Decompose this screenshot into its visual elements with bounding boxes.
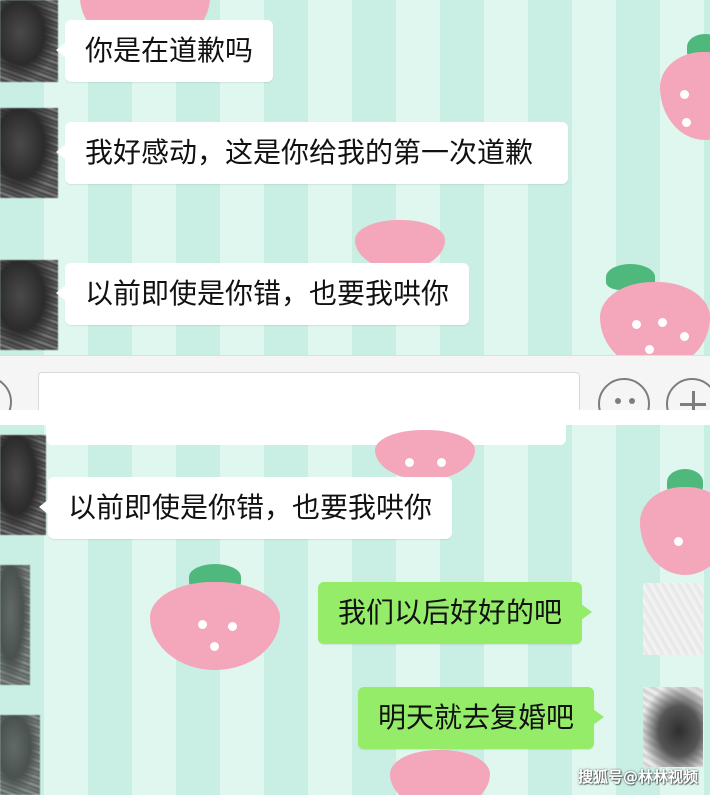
plus-icon[interactable] <box>666 378 710 410</box>
message-text: 我们以后好好的吧 <box>338 596 563 629</box>
message-text: 以前即使是你错，也要我哄你 <box>85 277 450 310</box>
contact-avatar[interactable] <box>0 565 30 685</box>
message-input[interactable] <box>38 372 580 410</box>
strawberry-decoration <box>150 560 280 670</box>
contact-avatar[interactable] <box>0 108 58 198</box>
panel-divider <box>0 410 710 425</box>
strawberry-decoration <box>355 200 445 270</box>
message-bubble-incoming[interactable]: 以前即使是你错，也要我哄你 <box>55 263 470 325</box>
voice-toggle-icon[interactable] <box>0 376 12 410</box>
strawberry-decoration <box>390 750 490 795</box>
message-bubble-incoming[interactable]: 我好感动，这是你给我的第一次道歉 <box>56 122 568 184</box>
contact-avatar[interactable] <box>0 260 58 350</box>
message-bubble-incoming[interactable]: 以前即使是你错，也要我哄你 <box>38 477 453 539</box>
self-avatar[interactable] <box>643 583 703 655</box>
message-bubble-partial <box>46 425 566 445</box>
self-avatar[interactable] <box>643 687 703 767</box>
strawberry-decoration <box>640 465 710 575</box>
emoji-icon[interactable] <box>598 378 650 410</box>
message-text: 我好感动，这是你给我的第一次道歉 <box>85 136 534 169</box>
message-text: 你是在道歉吗 <box>85 34 254 67</box>
contact-avatar[interactable] <box>0 435 46 535</box>
message-input-bar <box>0 355 710 410</box>
message-bubble-outgoing[interactable]: 明天就去复婚吧 <box>358 687 605 749</box>
message-text: 以前即使是你错，也要我哄你 <box>68 491 433 524</box>
strawberry-decoration <box>660 30 710 140</box>
message-text: 明天就去复婚吧 <box>378 701 575 734</box>
chat-panel-bottom: 以前即使是你错，也要我哄你 我们以后好好的吧 明天就去复婚吧 搜狐号@林林视频 <box>0 425 710 795</box>
contact-avatar[interactable] <box>0 715 40 795</box>
strawberry-decoration <box>600 260 710 370</box>
strawberry-decoration <box>375 430 475 480</box>
message-bubble-outgoing[interactable]: 我们以后好好的吧 <box>318 582 593 644</box>
contact-avatar[interactable] <box>0 0 58 82</box>
chat-panel-top: 你是在道歉吗 我好感动，这是你给我的第一次道歉 以前即使是你错，也要我哄你 <box>0 0 710 410</box>
message-bubble-incoming[interactable]: 你是在道歉吗 <box>55 20 274 82</box>
watermark: 搜狐号@林林视频 <box>577 768 698 786</box>
